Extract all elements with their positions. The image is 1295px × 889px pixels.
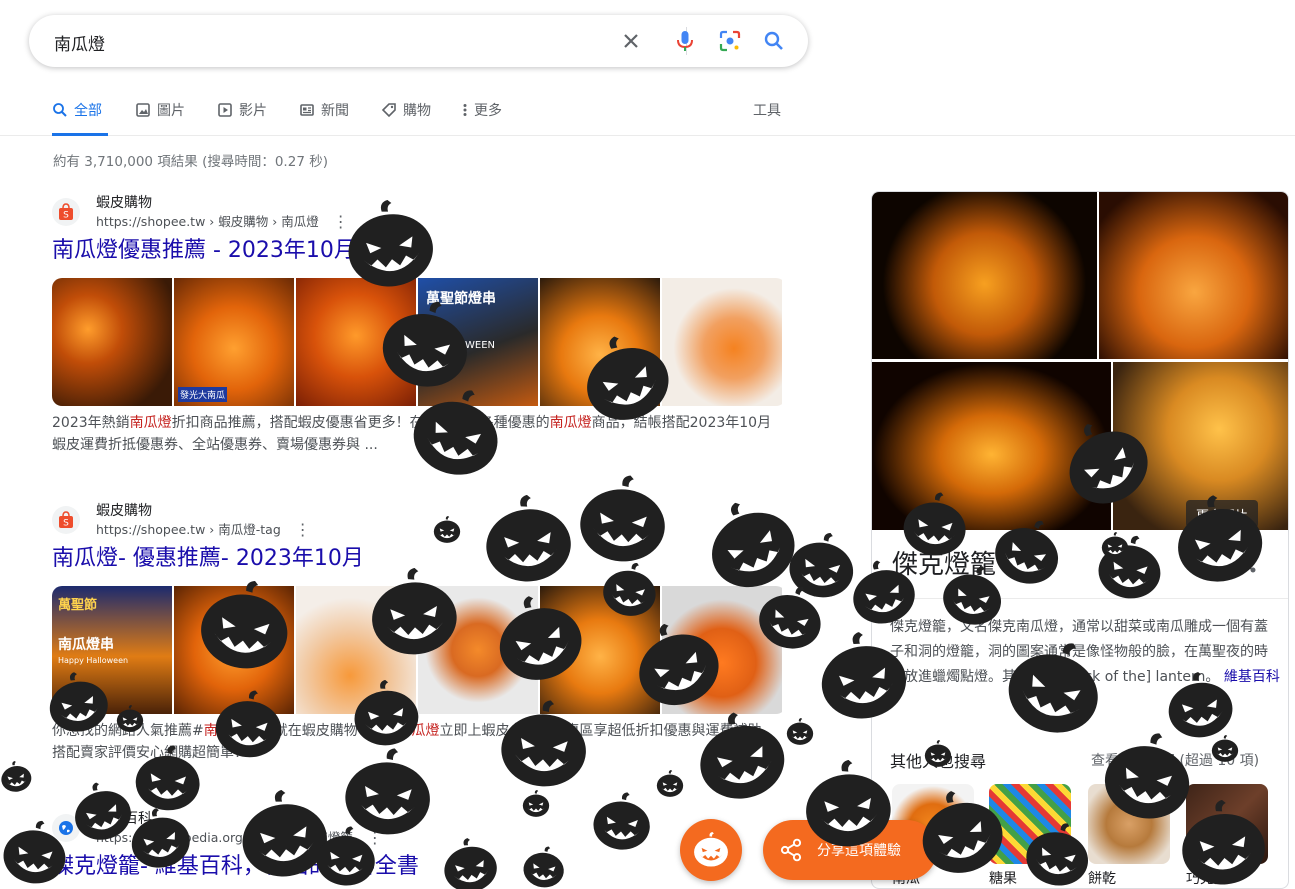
search-icon[interactable] xyxy=(762,29,786,53)
product-thumbnail[interactable]: 萬聖節燈串 HALLOWEEN xyxy=(418,278,538,406)
product-thumbnail[interactable] xyxy=(52,278,172,406)
image-strip: 萬聖節 南瓜燈串 Happy Halloween xyxy=(52,586,786,714)
panel-description: 傑克燈籠，又名傑克南瓜燈，通常以甜菜或南瓜雕成一個有蓋子和洞的燈籠，洞的圖案通常… xyxy=(890,619,1280,685)
thumbnail-caption: Happy Halloween xyxy=(58,656,129,665)
product-thumbnail[interactable] xyxy=(174,586,294,714)
result-stats: 約有 3,710,000 項結果 (搜尋時間：0.27 秒) xyxy=(53,154,328,170)
pumpkin-icon xyxy=(781,526,864,605)
tab-all-label: 全部 xyxy=(74,103,102,119)
result-title[interactable]: 南瓜燈優惠推薦 - 2023年10月 xyxy=(52,236,792,266)
also-search-label: 巧克力 xyxy=(1186,871,1228,887)
thumbnail-caption: 萬聖節燈串 xyxy=(426,291,496,307)
product-thumbnail[interactable] xyxy=(540,278,660,406)
more-icon xyxy=(463,104,467,116)
pumpkin-icon xyxy=(0,753,36,802)
shopee-icon: S xyxy=(52,506,80,534)
site-url: https://zh.wikipedia.org › zh-tw › 傑克燈籠 xyxy=(96,830,353,845)
also-search-label: 餅乾 xyxy=(1088,871,1116,887)
product-thumbnail[interactable] xyxy=(418,586,538,714)
product-thumbnail[interactable] xyxy=(296,278,416,406)
product-thumbnail[interactable] xyxy=(662,586,782,714)
product-thumbnail[interactable] xyxy=(296,586,416,714)
panel-title: 傑克燈籠 xyxy=(892,550,997,580)
divider xyxy=(872,598,1288,599)
site-name: 蝦皮購物 xyxy=(96,503,152,519)
panel-image[interactable] xyxy=(872,362,1111,530)
more-icon[interactable]: ⋮ xyxy=(295,522,311,538)
search-icon xyxy=(53,103,67,117)
result-snippet: 你想找的網路人氣推薦#南瓜燈商品就在蝦皮購物！買#南瓜燈立即上蝦皮台灣商品專區享… xyxy=(52,723,776,761)
panel-image[interactable] xyxy=(872,192,1097,359)
tab-news[interactable]: 新聞 xyxy=(299,100,349,136)
site-url: https://shopee.tw › 蝦皮購物 › 南瓜燈 xyxy=(96,214,319,229)
also-search-more[interactable]: 查看更多內容 (超過 10 項) xyxy=(1091,750,1259,770)
tab-more-label: 更多 xyxy=(474,103,502,119)
tab-shopping-label: 購物 xyxy=(403,103,431,119)
image-strip: 發光大南瓜 萬聖節燈串 HALLOWEEN xyxy=(52,278,786,406)
product-thumbnail[interactable]: 發光大南瓜 xyxy=(174,278,294,406)
image-icon xyxy=(136,103,150,117)
share-experience-button[interactable]: 分享這項體驗 xyxy=(763,820,937,880)
search-result: S 蝦皮購物 https://shopee.tw › 南瓜燈-tag ⋮ 南瓜燈-… xyxy=(52,498,792,764)
pumpkin-button[interactable] xyxy=(680,819,742,881)
product-thumbnail[interactable]: 萬聖節 南瓜燈串 Happy Halloween xyxy=(52,586,172,714)
svg-text:S: S xyxy=(63,211,69,221)
result-title[interactable]: 南瓜燈- 優惠推薦- 2023年10月 xyxy=(52,544,792,574)
close-icon[interactable] xyxy=(619,29,643,53)
tab-more[interactable]: 更多 xyxy=(462,100,502,136)
mic-icon[interactable] xyxy=(673,29,697,53)
product-thumbnail[interactable] xyxy=(662,278,782,406)
also-search-item[interactable]: 糖果 xyxy=(989,784,1071,888)
lens-icon[interactable] xyxy=(718,29,742,53)
tab-images[interactable]: 圖片 xyxy=(135,100,185,136)
thumbnail-caption: 萬聖節 xyxy=(58,598,98,613)
svg-text:S: S xyxy=(63,519,69,529)
news-icon xyxy=(300,104,314,116)
globe-icon xyxy=(52,814,80,842)
share-experience-label: 分享這項體驗 xyxy=(817,843,901,859)
search-bar[interactable]: 南瓜燈 xyxy=(29,15,808,67)
more-icon[interactable]: ⋮ xyxy=(367,830,383,846)
tag-icon xyxy=(381,103,396,118)
tab-videos-label: 影片 xyxy=(239,103,267,119)
panel-image[interactable] xyxy=(1099,192,1288,359)
search-result: S 蝦皮購物 https://shopee.tw › 蝦皮購物 › 南瓜燈 ⋮ 南… xyxy=(52,190,792,456)
result-snippet: 2023年熱銷南瓜燈折扣商品推薦，搭配蝦皮優惠省更多！在蝦皮購買各種優惠的南瓜燈… xyxy=(52,415,772,453)
pumpkin-icon xyxy=(693,832,729,868)
also-search-item[interactable]: 巧克力 xyxy=(1186,784,1268,888)
shopee-icon: S xyxy=(52,198,80,226)
video-icon xyxy=(218,103,232,117)
also-search-image xyxy=(1088,784,1170,864)
more-images-button[interactable]: 更多圖片 xyxy=(1186,500,1259,528)
tab-all[interactable]: 全部 xyxy=(52,100,108,136)
tab-news-label: 新聞 xyxy=(321,103,349,119)
also-search-label: 糖果 xyxy=(989,871,1017,887)
product-thumbnail[interactable] xyxy=(540,586,660,714)
search-tabs: 全部 圖片 影片 新聞 購物 更多 工具 xyxy=(0,96,1295,136)
search-input[interactable]: 南瓜燈 xyxy=(54,30,105,55)
also-search-image xyxy=(989,784,1071,864)
also-search-title: 其他人也搜尋 xyxy=(890,752,987,771)
thumbnail-caption: 發光大南瓜 xyxy=(178,387,228,402)
site-url: https://shopee.tw › 南瓜燈-tag xyxy=(96,522,281,537)
more-icon[interactable]: ⋮ xyxy=(333,214,349,230)
site-name: 維基百科 xyxy=(96,811,152,827)
also-search-image xyxy=(1186,784,1268,864)
tools-button[interactable]: 工具 xyxy=(753,100,781,120)
wikipedia-link[interactable]: 維基百科 xyxy=(1224,669,1280,685)
pumpkin-icon xyxy=(655,770,685,798)
also-search-item[interactable]: 餅乾 xyxy=(1088,784,1170,888)
share-icon xyxy=(780,838,802,862)
knowledge-panel: 更多圖片 傑克燈籠 傑克燈籠，又名傑克南瓜燈，通常以甜菜或南瓜雕成一個有蓋子和洞… xyxy=(871,191,1289,889)
tab-images-label: 圖片 xyxy=(157,103,185,119)
share-icon[interactable] xyxy=(1238,554,1258,578)
tab-videos[interactable]: 影片 xyxy=(217,100,267,136)
tab-shopping[interactable]: 購物 xyxy=(381,100,431,136)
thumbnail-caption: HALLOWEEN xyxy=(432,340,496,351)
thumbnail-caption: 南瓜燈串 xyxy=(58,637,114,653)
site-name: 蝦皮購物 xyxy=(96,195,152,211)
